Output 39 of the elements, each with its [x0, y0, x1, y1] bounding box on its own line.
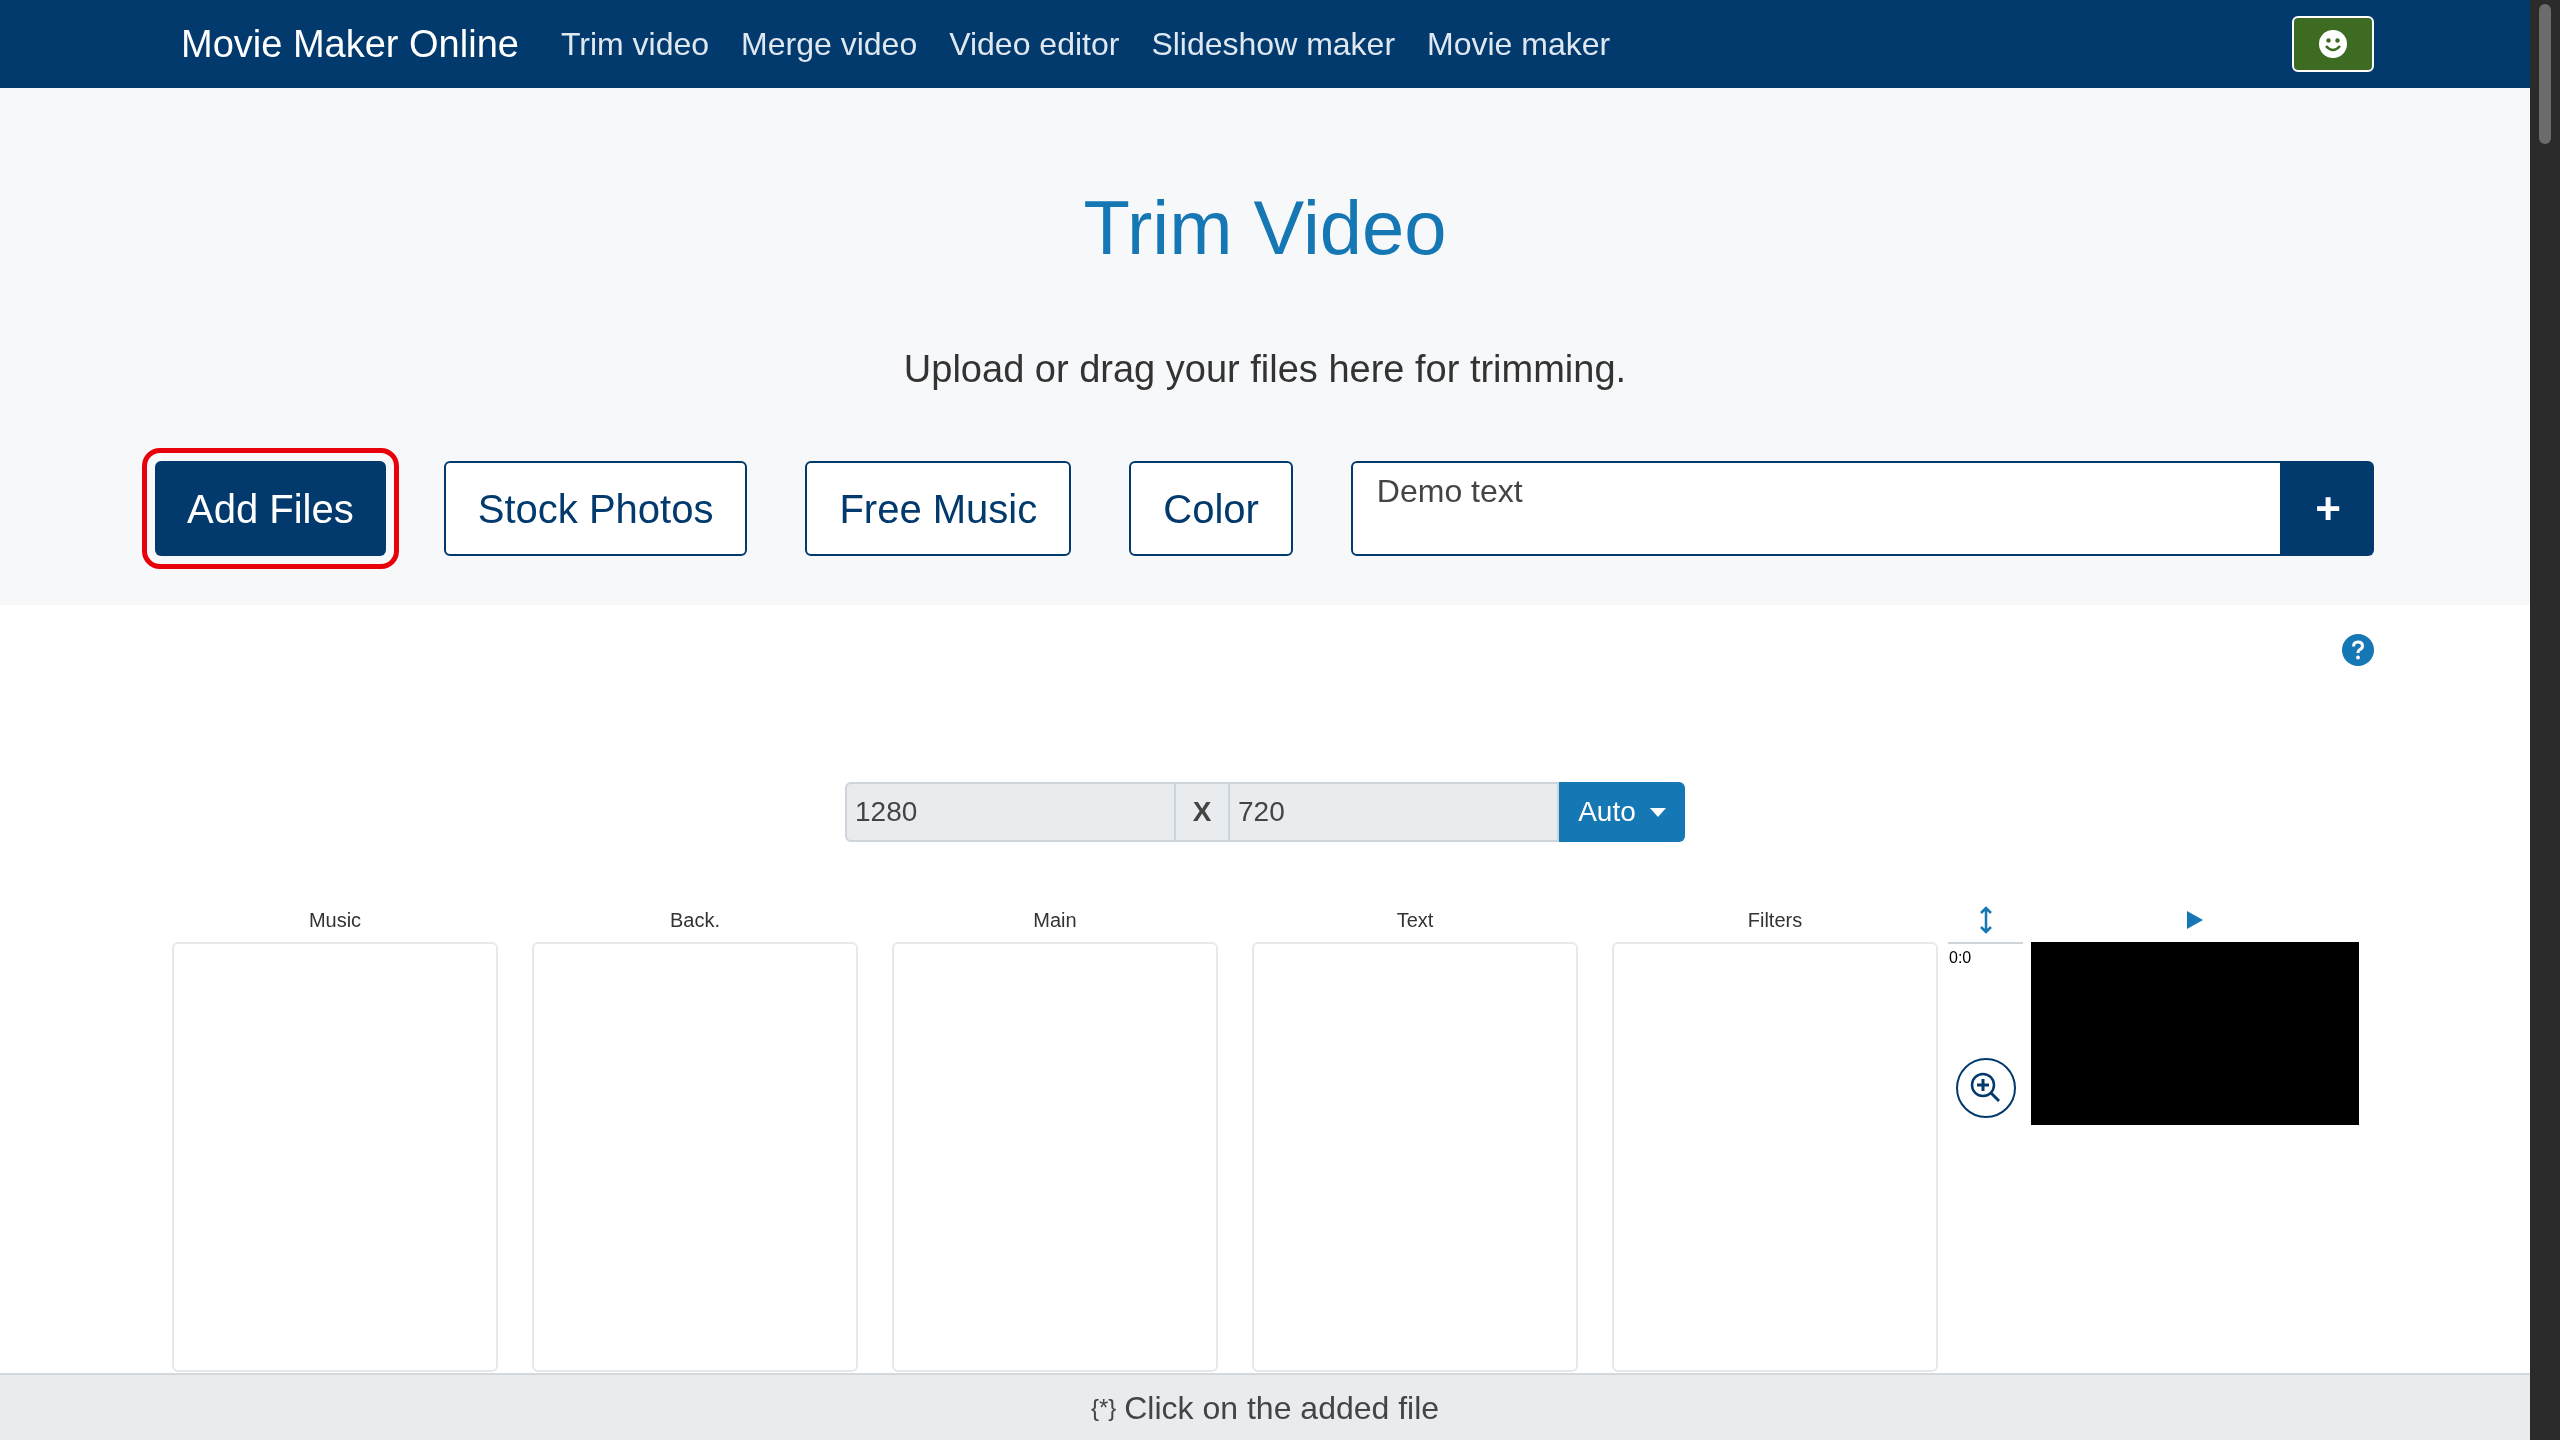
track-label: Main [1033, 908, 1077, 933]
file-button[interactable]: Add Files [155, 461, 386, 556]
track-panel[interactable] [1612, 942, 1938, 1372]
track-panel[interactable] [532, 942, 858, 1372]
track-panel[interactable] [172, 942, 498, 1372]
nav-link[interactable]: Movie maker [1427, 20, 1611, 68]
track-label: Filters [1747, 908, 1803, 933]
track-panel[interactable] [892, 942, 1218, 1372]
smiley-icon [2318, 29, 2348, 59]
track-label: Back. [670, 908, 720, 933]
preset-dropdown[interactable]: Auto [1559, 782, 1685, 842]
vertical-arrow-icon[interactable] [1978, 906, 1993, 934]
zoom-in-icon[interactable] [1955, 1058, 2016, 1118]
status-glyph: {*} [1090, 1392, 1117, 1423]
nav-link[interactable]: Slideshow maker [1151, 20, 1396, 68]
play-icon[interactable] [2187, 911, 2203, 929]
nav-link[interactable]: Video editor [949, 20, 1120, 68]
text-input[interactable]: Demo text [1350, 461, 2282, 556]
page-title: Trim Video [1083, 190, 1447, 266]
file-button[interactable]: Stock Photos [443, 461, 748, 556]
brand-link[interactable]: Movie Maker Online [181, 15, 519, 73]
caret-icon [1649, 807, 1666, 817]
add-text-button[interactable]: + [2282, 461, 2374, 556]
height-field[interactable]: 720 [1228, 782, 1559, 842]
separator-label: X [1176, 782, 1228, 842]
help-icon[interactable] [2342, 634, 2374, 666]
track-label: Music [308, 908, 362, 933]
track-label: Text [1396, 908, 1434, 933]
nav-link[interactable]: Trim video [560, 20, 710, 68]
scrollbar[interactable] [2530, 0, 2560, 1440]
time-label: 0:0 [1948, 948, 1972, 968]
file-button[interactable]: Free Music [805, 461, 1072, 556]
subtitle: Upload or drag your files here for trimming. [903, 350, 1627, 388]
file-button[interactable]: Color [1129, 461, 1293, 556]
user-button[interactable] [2292, 16, 2374, 72]
width-field[interactable]: 1280 [845, 782, 1176, 842]
track-panel[interactable] [1252, 942, 1578, 1372]
status-text: Click on the added file [1124, 1388, 1440, 1428]
nav-link[interactable]: Merge video [741, 20, 918, 68]
